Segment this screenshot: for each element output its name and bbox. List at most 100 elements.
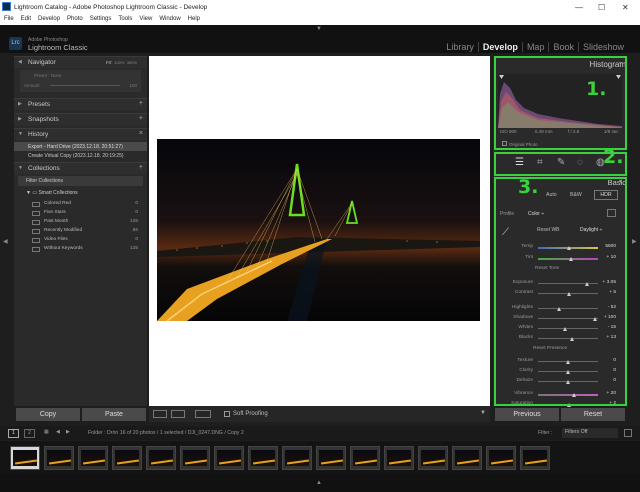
add-preset-icon[interactable]: + — [139, 100, 143, 107]
annotation-3: 3. — [518, 176, 539, 198]
thumbnail-image — [455, 450, 479, 466]
menu-window[interactable]: Window — [159, 16, 180, 22]
back-icon[interactable]: ◀ — [56, 429, 60, 435]
copy-button[interactable]: Copy — [16, 408, 80, 421]
amount-label: Amount — [24, 83, 40, 88]
smart-collection-icon — [32, 229, 40, 234]
soft-proofing-checkbox[interactable] — [224, 411, 230, 417]
collection-item[interactable]: Past Month 135 — [32, 219, 142, 228]
collection-item[interactable]: Without Keywords 135 — [32, 246, 142, 255]
filmstrip-thumbnail[interactable] — [10, 446, 40, 470]
smart-collection-icon — [32, 202, 40, 207]
filmstrip-thumbnail[interactable] — [78, 446, 108, 470]
collection-item[interactable]: Five Stars 0 — [32, 210, 142, 219]
filmstrip-thumbnail[interactable] — [520, 446, 550, 470]
module-library[interactable]: Library — [442, 42, 478, 52]
collapse-right-icon[interactable]: ▶ — [632, 238, 637, 245]
filmstrip-thumbnail[interactable] — [282, 446, 312, 470]
toolbar-menu-icon[interactable]: ▼ — [480, 410, 486, 416]
swap-settings-icon[interactable] — [195, 410, 211, 418]
snapshots-header[interactable]: ▶ Snapshots + — [14, 113, 147, 125]
filmstrip-thumbnail[interactable] — [316, 446, 346, 470]
filmstrip-info[interactable]: Folder : Drón 16 of 20 photos / 1 select… — [88, 430, 244, 436]
paste-button[interactable]: Paste — [82, 408, 146, 421]
window-title: Lightroom Catalog - Adobe Photoshop Ligh… — [14, 4, 208, 11]
filmstrip-thumbnail[interactable] — [180, 446, 210, 470]
thumbnail-image — [285, 450, 309, 466]
brand-line2: Lightroom Classic — [28, 43, 88, 52]
thumbnail-image — [353, 450, 377, 466]
collections-header[interactable]: ▼ Collections + — [14, 162, 147, 174]
loupe-view-icon[interactable] — [153, 410, 167, 418]
module-book[interactable]: Book — [548, 42, 578, 52]
filmstrip-thumbnail[interactable] — [146, 446, 176, 470]
add-snapshot-icon[interactable]: + — [139, 115, 143, 122]
filter-lock-icon[interactable] — [624, 429, 632, 437]
collapse-bottom-icon[interactable]: ▲ — [316, 480, 322, 486]
filter-collections-input[interactable]: Filter Collections — [18, 176, 143, 186]
module-map[interactable]: Map — [521, 42, 549, 52]
collection-item[interactable]: Colored Red 0 — [32, 201, 142, 210]
clear-history-icon[interactable]: × — [139, 130, 143, 137]
maximize-button[interactable]: ☐ — [598, 3, 605, 12]
reset-button[interactable]: Reset — [561, 408, 625, 421]
presets-header[interactable]: ▶ Presets + — [14, 98, 147, 110]
highlight-box-1 — [494, 56, 627, 150]
thumbnail-image — [149, 450, 173, 466]
minimize-button[interactable]: — — [575, 3, 583, 12]
annotation-1: 1. — [586, 78, 607, 100]
history-header[interactable]: ▼ History × — [14, 128, 147, 140]
navigator-zoom-options[interactable]: FIT 100% 300% — [106, 60, 137, 65]
collapse-left-icon[interactable]: ◀ — [3, 238, 8, 245]
menu-help[interactable]: Help — [188, 16, 200, 22]
preset-label: Preset : None — [34, 73, 62, 78]
navigator-header[interactable]: ◀ Navigator FIT 100% 300% — [14, 56, 147, 68]
module-develop[interactable]: Develop — [477, 42, 522, 52]
filmstrip-thumbnail[interactable] — [214, 446, 244, 470]
close-button[interactable]: ✕ — [622, 3, 629, 12]
navigator-preview: Preset : None Amount 100 — [20, 70, 141, 92]
menu-photo[interactable]: Photo — [67, 16, 83, 22]
thumbnail-image — [81, 450, 105, 466]
filmstrip-bar: 1 2 ▦ ◀ ▶ Folder : Drón 16 of 20 photos … — [0, 426, 640, 440]
menu-file[interactable]: File — [4, 16, 14, 22]
menu-edit[interactable]: Edit — [21, 16, 31, 22]
add-collection-icon[interactable]: + — [139, 164, 143, 171]
page1-button[interactable]: 1 — [8, 429, 19, 438]
smart-collection-icon — [32, 247, 40, 252]
grid-view-icon[interactable]: ▦ — [44, 429, 49, 435]
thumbnail-image — [319, 450, 343, 466]
forward-icon[interactable]: ▶ — [66, 429, 70, 435]
filmstrip-thumbnail[interactable] — [418, 446, 448, 470]
filmstrip-thumbnail[interactable] — [350, 446, 380, 470]
collapse-top-icon[interactable]: ▼ — [316, 26, 322, 32]
filmstrip-thumbnail[interactable] — [112, 446, 142, 470]
annotation-2: 2. — [603, 146, 624, 168]
filmstrip-thumbnail[interactable] — [384, 446, 414, 470]
smart-collection-icon — [32, 238, 40, 243]
before-after-icon[interactable] — [171, 410, 185, 418]
menu-tools[interactable]: Tools — [118, 16, 132, 22]
collection-item[interactable]: Recently Modified 86 — [32, 228, 142, 237]
collection-item[interactable]: Video Files 0 — [32, 237, 142, 246]
page2-button[interactable]: 2 — [24, 429, 35, 438]
menu-develop[interactable]: Develop — [38, 16, 60, 22]
menu-view[interactable]: View — [139, 16, 152, 22]
title-bar: Lightroom Catalog - Adobe Photoshop Ligh… — [0, 0, 640, 15]
bridge-photo — [157, 139, 480, 321]
menu-settings[interactable]: Settings — [90, 16, 112, 22]
photo-canvas[interactable] — [149, 56, 490, 406]
filmstrip-thumbnail[interactable] — [486, 446, 516, 470]
module-slideshow[interactable]: Slideshow — [577, 42, 628, 52]
smart-collections-folder[interactable]: ▼ ▭ Smart Collections — [26, 190, 78, 196]
previous-button[interactable]: Previous — [495, 408, 559, 421]
history-item-selected[interactable]: Export - Hard Drive (2023.12.18. 20:51:2… — [14, 142, 147, 151]
filmstrip-thumbnail[interactable] — [452, 446, 482, 470]
filmstrip-thumbnail[interactable] — [44, 446, 74, 470]
triangle-right-icon: ▶ — [18, 101, 22, 107]
filter-dropdown[interactable]: Filters Off — [562, 428, 618, 438]
filmstrip-thumbnail[interactable] — [248, 446, 278, 470]
history-item[interactable]: Create Virtual Copy (2023.12.18. 20:19:2… — [14, 151, 147, 160]
thumbnail-image — [217, 450, 241, 466]
module-picker: Library Develop Map Book Slideshow — [442, 42, 628, 52]
